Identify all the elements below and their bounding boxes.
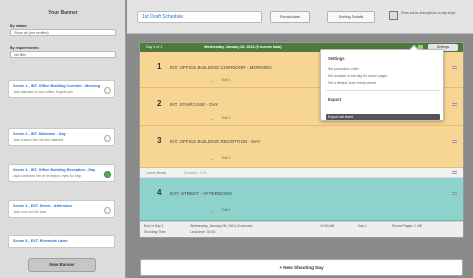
strip-scene-name: INT. OFFICE BUILDING RECEPTION - DAY bbox=[170, 139, 261, 144]
strip-scene-name: EXT. STREET - AFTERNOON bbox=[170, 191, 232, 196]
lunch-break-duration: Duration: 1:00 bbox=[184, 171, 207, 175]
footer-lead-time: Lead time: 00:00 bbox=[190, 230, 216, 234]
scene-counter-icon bbox=[104, 135, 111, 142]
scene-strip[interactable]: 4 EXT. STREET - AFTERNOON ⌄ Edit 1 bbox=[140, 178, 463, 221]
strip-number: 2 bbox=[157, 99, 162, 108]
new-shooting-day-button[interactable]: + New Shooting Day bbox=[140, 259, 463, 276]
requirements-filter-select[interactable]: No filter bbox=[10, 51, 116, 58]
scene-card[interactable]: Scene 1 - INT. Office Building Corridor … bbox=[8, 80, 115, 98]
scene-card-description: Jack attempts to buy coffee, forgets pen bbox=[13, 90, 74, 94]
status-filter-label: By status: bbox=[10, 24, 28, 28]
sorting-details-button[interactable]: Sorting Details bbox=[327, 11, 375, 23]
status-filter: By status: Show all (not verified) bbox=[10, 24, 116, 36]
footer-date: Wednesday, January 08, 2014 (4 scenes) bbox=[190, 224, 253, 228]
scene-strip[interactable]: 3 INT. OFFICE BUILDING RECEPTION - DAY ⌄… bbox=[140, 126, 463, 168]
drag-handle-icon[interactable] bbox=[452, 140, 457, 143]
strip-scene-name: INT. STAIRCASE - DAY bbox=[170, 102, 219, 107]
footer-end-of-day: End of Day 1 bbox=[144, 224, 164, 228]
scene-card-title: Scene 1 - INT. Office Building Corridor … bbox=[13, 84, 101, 88]
strip-edit-link[interactable]: Edit 1 bbox=[222, 156, 231, 160]
scene-counter-icon bbox=[104, 171, 111, 178]
lunch-break-label: Lunch Break bbox=[146, 171, 167, 175]
chevron-down-icon[interactable]: ⌄ bbox=[210, 156, 213, 161]
toolbar: 1st Draft Schedule Recalculate Sorting D… bbox=[127, 0, 473, 34]
show-descriptions-toggle[interactable]: Show scene descriptions on day strips bbox=[389, 9, 469, 25]
menu-heading-settings: Settings bbox=[328, 56, 345, 61]
menu-divider bbox=[326, 90, 440, 91]
scene-card-description: Jack chases him into the stairwell bbox=[13, 138, 64, 142]
strip-number: 3 bbox=[157, 136, 162, 145]
drag-handle-icon[interactable] bbox=[452, 192, 457, 195]
schedule-title-field[interactable]: 1st Draft Schedule bbox=[137, 11, 262, 23]
scene-card-title: Scene 2 - INT. Staircase - Day bbox=[13, 132, 66, 136]
footer-day: Day 1 bbox=[358, 224, 367, 228]
drag-handle-icon[interactable] bbox=[452, 66, 457, 69]
show-descriptions-label: Show scene descriptions on day strips bbox=[401, 11, 456, 15]
menu-heading-export: Export bbox=[328, 97, 342, 102]
scene-card-description: Jack confronts him at reception, eyes fo… bbox=[13, 174, 82, 178]
day-date: Wednesday, January 08, 2014 (9 scenes to… bbox=[204, 45, 282, 49]
sidebar: Your Banner By status: Show all (not ver… bbox=[0, 0, 126, 278]
footer-shooting-time: Shooting Time bbox=[144, 230, 166, 234]
menu-item-lunch-break[interactable]: Set a default lunch break period bbox=[328, 81, 376, 85]
drag-handle-icon[interactable] bbox=[452, 171, 457, 174]
chevron-down-icon[interactable]: ⌄ bbox=[210, 78, 213, 83]
requirements-filter-label: By requirements: bbox=[10, 46, 40, 50]
menu-item-day-duration[interactable]: Set duration of the day for scene pages bbox=[328, 74, 387, 78]
menu-item-production-order[interactable]: Set production order bbox=[328, 67, 359, 71]
scene-card[interactable]: Scene 3 - INT. Office Building Reception… bbox=[8, 164, 115, 182]
scene-counter-icon bbox=[104, 207, 111, 214]
chevron-down-icon[interactable]: ⌄ bbox=[210, 208, 213, 213]
chevron-down-icon[interactable]: ⌄ bbox=[210, 116, 213, 121]
drag-handle-icon[interactable] bbox=[452, 103, 457, 106]
strip-edit-link[interactable]: Edit 1 bbox=[222, 78, 231, 82]
scene-card[interactable]: Scene 2 - INT. Staircase - Day Jack chas… bbox=[8, 128, 115, 146]
strip-number: 4 bbox=[157, 188, 162, 197]
scene-card[interactable]: Scene 4 - EXT. Street - Afternoon Jack r… bbox=[8, 200, 115, 218]
day-number: Day 1 of 1 bbox=[146, 45, 163, 49]
menu-item-export-call-sheet[interactable]: Export call sheet bbox=[326, 114, 440, 120]
recalculate-button[interactable]: Recalculate bbox=[270, 11, 310, 23]
footer-time: 10:00 AM bbox=[320, 224, 335, 228]
strip-scene-name: INT. OFFICE BUILDING CORRIDOR - MORNING bbox=[170, 65, 272, 70]
scene-list: Scene 1 - INT. Office Building Corridor … bbox=[8, 80, 115, 250]
scene-card-title: Scene 3 - INT. Office Building Reception… bbox=[13, 168, 96, 172]
settings-menu: Settings Set production order Set durati… bbox=[320, 44, 444, 121]
sidebar-title: Your Banner bbox=[48, 10, 78, 16]
scene-counter-icon bbox=[104, 87, 111, 94]
scene-card[interactable]: Scene 5 - EXT. Riverside Lawn bbox=[8, 235, 115, 248]
requirements-filter: By requirements: No filter bbox=[10, 46, 116, 58]
day-footer: End of Day 1 Shooting Time Wednesday, Ja… bbox=[140, 221, 463, 237]
scene-card-title: Scene 4 - EXT. Street - Afternoon bbox=[13, 204, 72, 208]
strip-number: 1 bbox=[157, 62, 162, 71]
scene-card-description: Jack runs out the door bbox=[13, 210, 47, 214]
footer-scene-pages: Scene Pages: 1 4/8 bbox=[392, 224, 422, 228]
status-filter-select[interactable]: Show all (not verified) bbox=[10, 29, 116, 36]
strip-edit-link[interactable]: Edit 1 bbox=[222, 208, 231, 212]
scene-card-title: Scene 5 - EXT. Riverside Lawn bbox=[13, 239, 68, 243]
new-banner-button[interactable]: New Banner bbox=[28, 258, 96, 272]
strip-edit-link[interactable]: Edit 1 bbox=[222, 116, 231, 120]
lunch-break-strip[interactable]: Lunch Break Duration: 1:00 bbox=[140, 168, 463, 178]
checkbox-icon[interactable] bbox=[389, 11, 398, 20]
